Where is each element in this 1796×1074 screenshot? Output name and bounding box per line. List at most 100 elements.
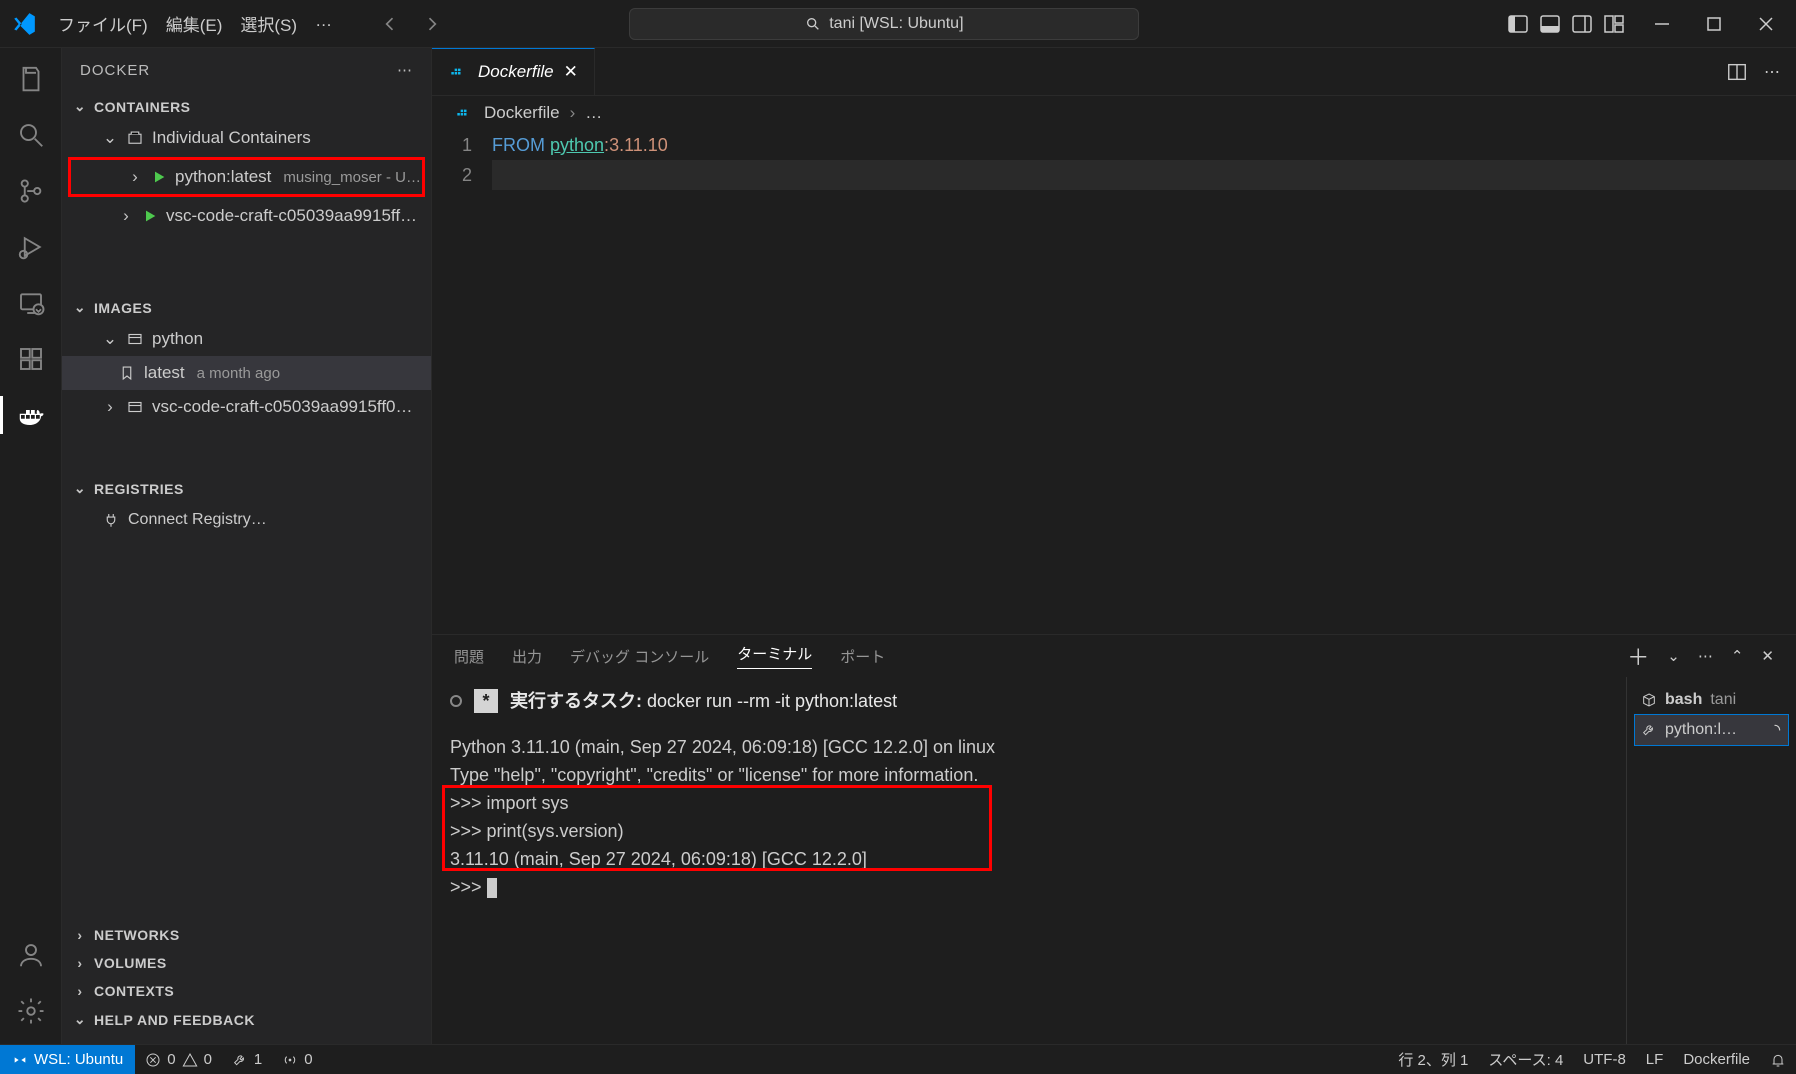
- activity-bar: [0, 48, 62, 1044]
- container-group-icon: [126, 129, 144, 147]
- status-eol[interactable]: LF: [1636, 1051, 1674, 1068]
- layout-sidebar-right-icon[interactable]: [1570, 12, 1594, 36]
- menu-selection[interactable]: 選択(S): [240, 11, 297, 36]
- panel-maximize-icon[interactable]: ⌃: [1731, 647, 1744, 665]
- container-item-python[interactable]: › python:latest musing_moser - U…: [71, 160, 422, 194]
- section-networks[interactable]: ›NETWORKS: [62, 921, 431, 949]
- editor-tabs: Dockerfile ✕ ⋯: [432, 48, 1796, 96]
- code-editor[interactable]: 12 FROM python:3.11.10: [432, 130, 1796, 634]
- status-problems[interactable]: 0 0: [135, 1051, 222, 1068]
- status-ports[interactable]: 1: [222, 1051, 272, 1068]
- section-contexts[interactable]: ›CONTEXTS: [62, 977, 431, 1005]
- panel-more-icon[interactable]: ⋯: [1698, 647, 1713, 665]
- play-icon: [142, 208, 158, 224]
- tab-dockerfile[interactable]: Dockerfile ✕: [432, 48, 595, 95]
- layout-customize-icon[interactable]: [1602, 12, 1626, 36]
- menu-file[interactable]: ファイル(F): [58, 11, 148, 36]
- activity-source-control-icon[interactable]: [12, 172, 50, 210]
- bottom-panel: 問題 出力 デバッグ コンソール ターミナル ポート ＋ ⌄ ⋯ ⌃ ✕ *: [432, 634, 1796, 1044]
- section-containers[interactable]: ⌄ CONTAINERS: [62, 92, 431, 121]
- activity-remote-explorer-icon[interactable]: [12, 284, 50, 322]
- command-center-text: tani [WSL: Ubuntu]: [829, 15, 963, 33]
- container-item-vsc[interactable]: › vsc-code-craft-c05039aa9915ff…: [62, 199, 431, 233]
- status-remote[interactable]: WSL: Ubuntu: [0, 1045, 135, 1074]
- term-line: >>> import sys: [450, 789, 1608, 817]
- term-line: >>> print(sys.version): [450, 817, 1608, 845]
- docker-file-icon: [454, 103, 474, 123]
- close-icon[interactable]: ✕: [564, 62, 578, 82]
- docker-file-icon: [448, 62, 468, 82]
- status-language[interactable]: Dockerfile: [1673, 1051, 1760, 1068]
- plug-icon: [102, 511, 120, 529]
- status-cursor-pos[interactable]: 行 2、列 1: [1388, 1049, 1478, 1070]
- split-editor-icon[interactable]: [1726, 61, 1748, 83]
- editor-more-icon[interactable]: ⋯: [1764, 62, 1780, 82]
- chevron-right-icon: ›: [127, 167, 143, 187]
- activity-account-icon[interactable]: [12, 936, 50, 974]
- sidebar-more-icon[interactable]: ⋯: [397, 61, 413, 79]
- task-badge-icon: *: [474, 689, 498, 713]
- breadcrumb[interactable]: Dockerfile › …: [432, 96, 1796, 130]
- connect-registry[interactable]: Connect Registry…: [62, 503, 431, 537]
- main-menu: ファイル(F) 編集(E) 選択(S) …: [48, 11, 332, 36]
- chevron-down-icon: ⌄: [72, 480, 88, 497]
- menu-edit[interactable]: 編集(E): [166, 11, 223, 36]
- activity-explorer-icon[interactable]: [12, 60, 50, 98]
- nav-back-icon[interactable]: [376, 10, 404, 38]
- terminal-output[interactable]: * 実行するタスク: docker run --rm -it python:la…: [432, 677, 1626, 1044]
- panel-tab-ports[interactable]: ポート: [840, 646, 885, 667]
- sidebar-title: DOCKER: [80, 62, 150, 79]
- loading-icon: [1768, 723, 1782, 737]
- nav-forward-icon[interactable]: [418, 10, 446, 38]
- status-encoding[interactable]: UTF-8: [1573, 1051, 1636, 1068]
- layout-panel-icon[interactable]: [1538, 12, 1562, 36]
- new-terminal-icon[interactable]: ＋: [1627, 640, 1649, 672]
- chevron-right-icon: ›: [118, 206, 134, 226]
- vscode-logo-icon: [0, 11, 48, 37]
- wrench-icon: [1641, 722, 1657, 738]
- image-icon: [126, 398, 144, 416]
- command-center[interactable]: tani [WSL: Ubuntu]: [629, 8, 1139, 40]
- status-notifications-icon[interactable]: [1760, 1052, 1796, 1068]
- layout-sidebar-left-icon[interactable]: [1506, 12, 1530, 36]
- panel-tab-debug-console[interactable]: デバッグ コンソール: [570, 646, 709, 667]
- image-item-python[interactable]: ⌄ python: [62, 322, 431, 356]
- window-maximize-icon[interactable]: [1702, 12, 1722, 36]
- status-bar: WSL: Ubuntu 0 0 1 0 行 2、列 1 スペース: 4 UTF-…: [0, 1044, 1796, 1074]
- window-minimize-icon[interactable]: [1650, 12, 1670, 36]
- activity-docker-icon[interactable]: [12, 396, 50, 434]
- radio-icon: [282, 1052, 298, 1068]
- containers-group[interactable]: ⌄ Individual Containers: [62, 121, 431, 155]
- term-line: 3.11.10 (main, Sep 27 2024, 06:09:18) [G…: [450, 845, 1608, 873]
- section-images[interactable]: ⌄ IMAGES: [62, 293, 431, 322]
- terminal-dropdown-icon[interactable]: ⌄: [1667, 647, 1680, 665]
- image-item-vsc[interactable]: › vsc-code-craft-c05039aa9915ff0…: [62, 390, 431, 424]
- image-tag-latest[interactable]: latest a month ago: [62, 356, 431, 390]
- panel-tab-problems[interactable]: 問題: [454, 646, 484, 667]
- chevron-down-icon: ⌄: [102, 329, 118, 349]
- term-line: Python 3.11.10 (main, Sep 27 2024, 06:09…: [450, 733, 1608, 761]
- section-volumes[interactable]: ›VOLUMES: [62, 949, 431, 977]
- activity-search-icon[interactable]: [12, 116, 50, 154]
- section-help[interactable]: ⌄HELP AND FEEDBACK: [62, 1005, 431, 1034]
- play-icon: [151, 169, 167, 185]
- terminal-list: bash tani python:l…: [1626, 677, 1796, 1044]
- activity-run-debug-icon[interactable]: [12, 228, 50, 266]
- status-indentation[interactable]: スペース: 4: [1478, 1049, 1573, 1070]
- chevron-down-icon: ⌄: [72, 299, 88, 316]
- section-registries[interactable]: ⌄ REGISTRIES: [62, 474, 431, 503]
- terminal-entry-bash[interactable]: bash tani: [1635, 685, 1788, 715]
- window-close-icon[interactable]: [1754, 12, 1774, 36]
- panel-tab-terminal[interactable]: ターミナル: [737, 643, 812, 669]
- image-icon: [126, 330, 144, 348]
- activity-settings-icon[interactable]: [12, 992, 50, 1030]
- menu-more[interactable]: …: [315, 11, 332, 36]
- terminal-entry-python[interactable]: python:l…: [1635, 715, 1788, 745]
- activity-extensions-icon[interactable]: [12, 340, 50, 378]
- warning-icon: [182, 1052, 198, 1068]
- panel-tab-output[interactable]: 出力: [512, 646, 542, 667]
- term-line: Type "help", "copyright", "credits" or "…: [450, 761, 1608, 789]
- panel-close-icon[interactable]: ✕: [1761, 647, 1774, 665]
- status-radio[interactable]: 0: [272, 1051, 322, 1068]
- chevron-down-icon: ⌄: [72, 98, 88, 115]
